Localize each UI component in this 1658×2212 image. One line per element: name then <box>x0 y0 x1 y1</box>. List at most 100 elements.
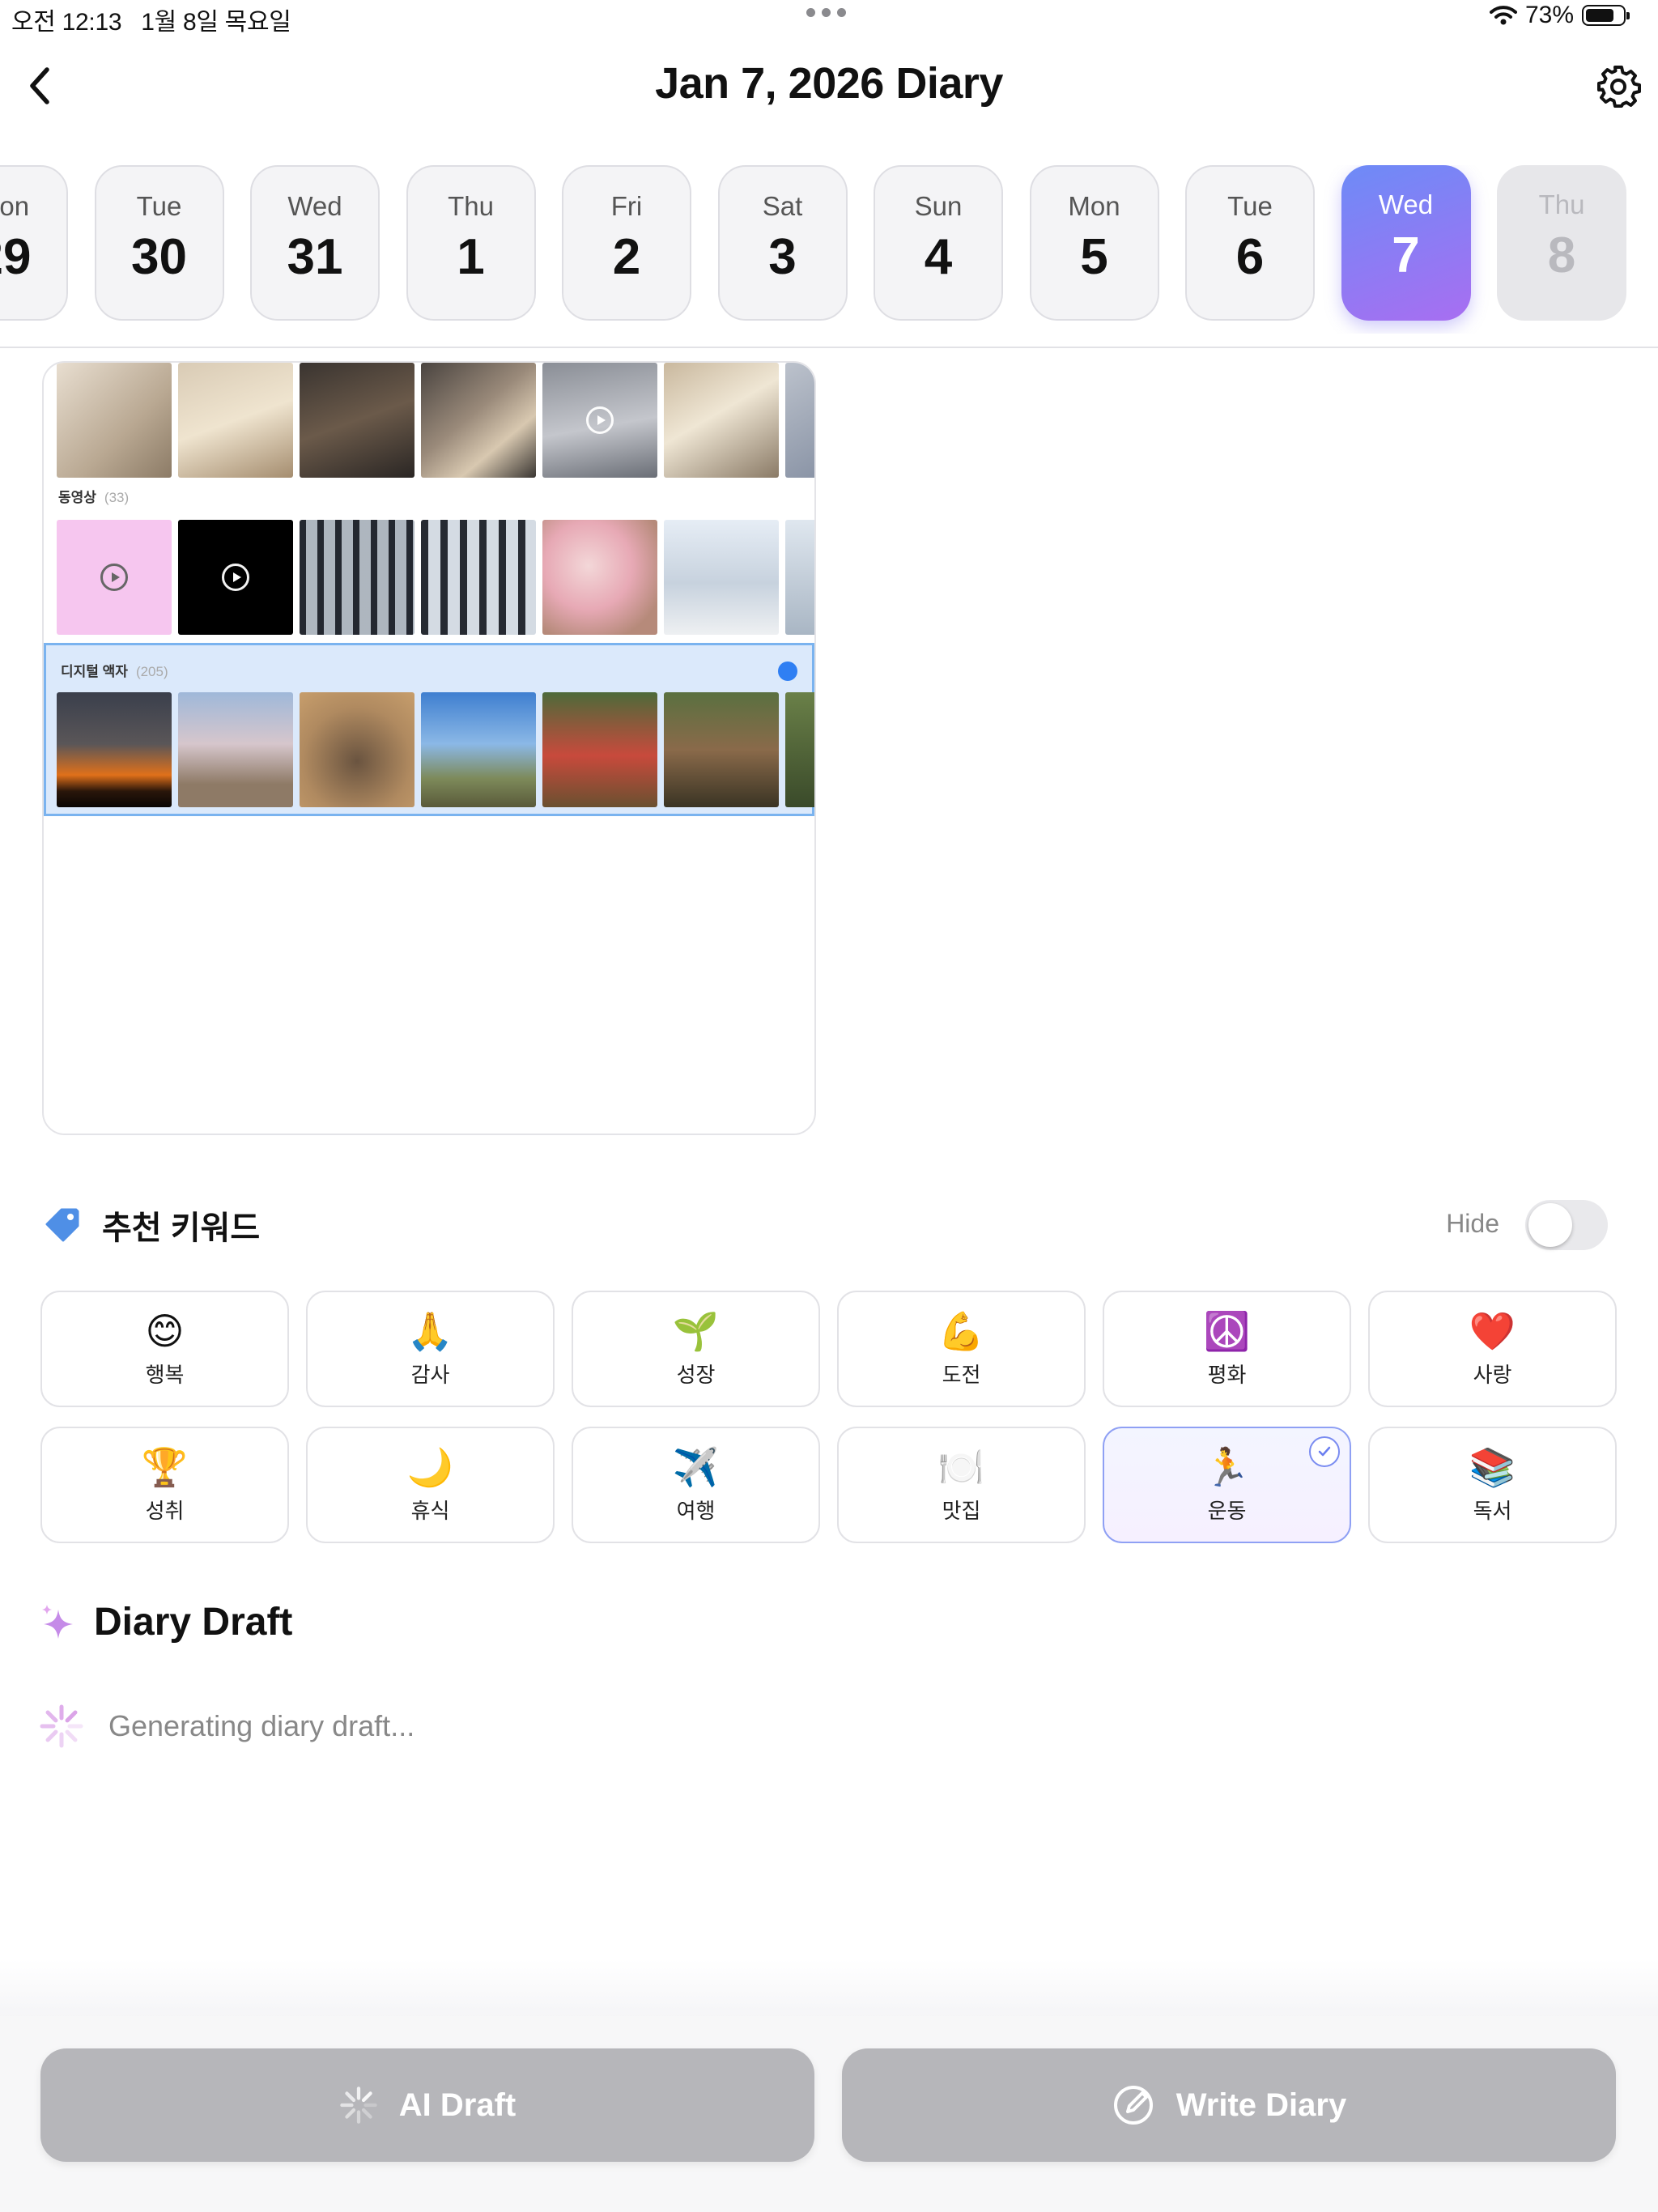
album-row-recents[interactable] <box>44 363 814 478</box>
day-number: 29 <box>0 229 32 285</box>
keyword-label: 여행 <box>676 1498 716 1523</box>
date-cell-wed-7[interactable]: Wed 7 <box>1341 165 1471 321</box>
keyword-chip[interactable]: ✈️ 여행 <box>572 1427 820 1543</box>
keyword-label: 도전 <box>942 1362 981 1387</box>
loading-spinner-icon <box>40 1704 83 1748</box>
keyword-chip[interactable]: 📚 독서 <box>1368 1427 1617 1543</box>
keyword-label: 맛집 <box>942 1498 981 1523</box>
keyword-emoji-icon: 🏃 <box>1203 1445 1251 1488</box>
album-label: 동영상 (33) <box>58 490 130 505</box>
photo-thumbnail[interactable] <box>785 692 814 807</box>
video-thumbnail[interactable] <box>178 520 293 635</box>
keyword-label: 운동 <box>1207 1498 1247 1523</box>
photo-thumbnail[interactable] <box>664 520 779 635</box>
hide-label: Hide <box>1446 1209 1499 1238</box>
album-thumbnails <box>57 692 814 807</box>
day-number: 3 <box>768 229 797 285</box>
ai-draft-button[interactable]: AI Draft <box>40 2048 814 2162</box>
date-strip[interactable]: Mon 29 Tue 30 Wed 31 Thu 1 Fri 2 Sat 3 Sun 4 Mon 5 Tue 6 W… <box>0 165 1658 334</box>
keywords-header: 추천 키워드 <box>42 1202 260 1249</box>
keyword-chip[interactable]: 🏃 운동 <box>1103 1427 1351 1543</box>
status-date: 1월 8일 목요일 <box>141 9 291 36</box>
page-title: Jan 7, 2026 Diary <box>655 59 1003 108</box>
photo-thumbnail[interactable] <box>664 363 779 478</box>
date-cell-thu-8[interactable]: Thu 8 <box>1497 165 1626 321</box>
keyword-chip[interactable]: ☮️ 평화 <box>1103 1291 1351 1407</box>
video-thumbnail[interactable] <box>57 520 172 635</box>
video-thumbnail[interactable] <box>542 363 657 478</box>
keyword-chip[interactable]: ❤️ 사랑 <box>1368 1291 1617 1407</box>
date-cell-sun-4[interactable]: Sun 4 <box>874 165 1003 321</box>
keyword-emoji-icon: ❤️ <box>1469 1309 1516 1352</box>
write-diary-button[interactable]: Write Diary <box>842 2048 1616 2162</box>
draft-title: Diary Draft <box>94 1601 293 1644</box>
hide-keywords-toggle[interactable] <box>1525 1200 1608 1250</box>
photo-thumbnail[interactable] <box>178 363 293 478</box>
day-name: Wed <box>1378 189 1434 219</box>
keyword-chip[interactable]: 🍽️ 맛집 <box>837 1427 1086 1543</box>
ai-draft-label: AI Draft <box>398 2087 517 2123</box>
keyword-chip[interactable]: 🙏 감사 <box>306 1291 555 1407</box>
keyword-chip[interactable]: 🌙 휴식 <box>306 1427 555 1543</box>
keyword-chip[interactable]: 🏆 성취 <box>40 1427 289 1543</box>
gear-icon <box>1597 66 1641 108</box>
photo-thumbnail[interactable] <box>57 692 172 807</box>
date-cell-thu-1[interactable]: Thu 1 <box>406 165 536 321</box>
keyword-emoji-icon: 😊 <box>145 1309 185 1352</box>
day-number: 4 <box>924 229 953 285</box>
battery-percent: 73% <box>1524 2 1574 28</box>
keyword-chip[interactable]: 💪 도전 <box>837 1291 1086 1407</box>
date-cell-fri-2[interactable]: Fri 2 <box>562 165 691 321</box>
day-name: Tue <box>1227 191 1273 221</box>
photo-thumbnail[interactable] <box>300 692 414 807</box>
photo-thumbnail[interactable] <box>57 363 172 478</box>
date-cell-mon-5[interactable]: Mon 5 <box>1029 165 1159 321</box>
status-time: 오전 12:13 <box>11 9 122 36</box>
draft-loading-row: Generating diary draft... <box>39 1704 414 1749</box>
keyword-label: 사랑 <box>1473 1362 1512 1387</box>
photo-thumbnail[interactable] <box>421 363 536 478</box>
keyword-emoji-icon: ✈️ <box>672 1445 720 1488</box>
date-cell-tue-30[interactable]: Tue 30 <box>94 165 224 321</box>
photo-album-picker[interactable]: 동영상 (33) 디지털 액자 (205) <box>42 361 816 1135</box>
toggle-knob <box>1528 1203 1572 1247</box>
keyword-emoji-icon: ☮️ <box>1203 1309 1251 1352</box>
day-number: 30 <box>131 229 187 285</box>
keywords-title: 추천 키워드 <box>102 1210 261 1246</box>
album-label: 디지털 액자 (205) <box>61 664 168 679</box>
day-name: Mon <box>0 191 30 221</box>
settings-button[interactable] <box>1592 60 1645 113</box>
album-selected-indicator <box>778 661 797 681</box>
battery-icon <box>1582 5 1630 26</box>
photo-thumbnail[interactable] <box>300 520 414 635</box>
draft-header: Diary Draft <box>40 1600 292 1644</box>
photo-thumbnail[interactable] <box>178 692 293 807</box>
date-cell-tue-6[interactable]: Tue 6 <box>1185 165 1315 321</box>
album-thumbnails <box>57 520 814 635</box>
status-bar-right: 73% <box>1489 2 1630 29</box>
photo-thumbnail[interactable] <box>421 692 536 807</box>
write-diary-label: Write Diary <box>1175 2087 1347 2123</box>
date-cell-mon-29[interactable]: Mon 29 <box>0 165 68 321</box>
photo-thumbnail[interactable] <box>664 692 779 807</box>
date-cell-sat-3[interactable]: Sat 3 <box>717 165 848 321</box>
checkmark-icon <box>1309 1436 1340 1467</box>
day-name: Mon <box>1068 191 1120 221</box>
album-thumbnails <box>57 363 814 478</box>
photo-thumbnail[interactable] <box>421 520 536 635</box>
date-cell-wed-31[interactable]: Wed 31 <box>250 165 380 321</box>
photo-thumbnail[interactable] <box>542 520 657 635</box>
keyword-chip[interactable]: 😊 행복 <box>40 1291 289 1407</box>
keyword-chip[interactable]: 🌱 성장 <box>572 1291 820 1407</box>
photo-thumbnail[interactable] <box>785 363 814 478</box>
photo-thumbnail[interactable] <box>785 520 814 635</box>
photo-thumbnail[interactable] <box>300 363 414 478</box>
album-row-digital-frame[interactable]: 디지털 액자 (205) <box>44 643 814 816</box>
keyword-label: 행복 <box>145 1362 185 1387</box>
keyword-emoji-icon: 💪 <box>937 1309 985 1352</box>
multitasking-dots-icon[interactable] <box>806 8 846 17</box>
day-name: Sun <box>914 191 963 221</box>
keyword-label: 성장 <box>676 1362 716 1387</box>
status-bar-left: 오전 12:13 1월 8일 목요일 <box>11 2 311 37</box>
photo-thumbnail[interactable] <box>542 692 657 807</box>
